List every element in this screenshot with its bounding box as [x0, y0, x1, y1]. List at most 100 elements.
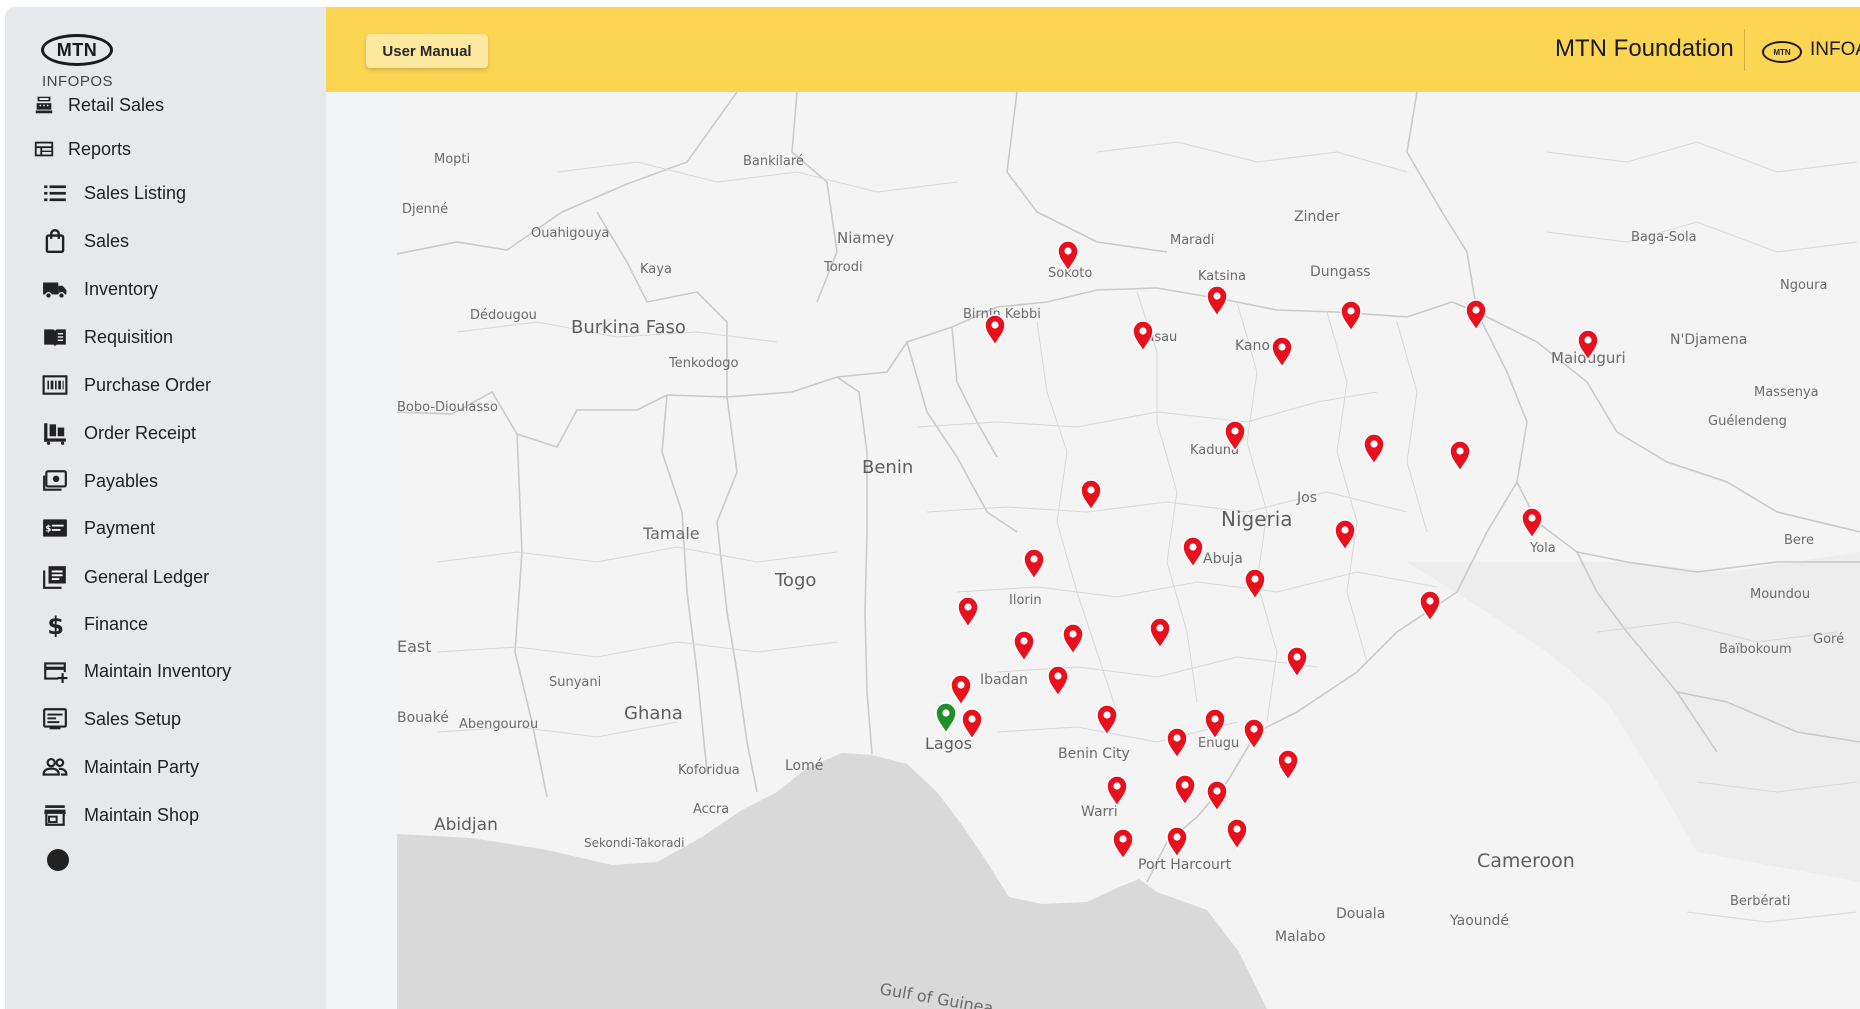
map-marker[interactable] [1271, 336, 1293, 369]
map-marker[interactable] [957, 596, 979, 629]
map-marker[interactable] [1132, 320, 1154, 353]
map-markers [935, 240, 1599, 861]
map-marker[interactable] [1419, 590, 1441, 623]
map-marker[interactable] [1286, 646, 1308, 679]
map-marker[interactable] [1047, 665, 1069, 698]
sidebar-item-general-ledger[interactable]: General Ledger [41, 557, 209, 597]
label-warri: Warri [1081, 804, 1118, 820]
map-marker[interactable] [1226, 818, 1248, 851]
map-marker[interactable] [1080, 479, 1102, 512]
sidebar-item-retail-sales[interactable]: Retail Sales [33, 85, 164, 125]
report-table-icon [33, 135, 55, 163]
label-kaya: Kaya [640, 262, 672, 277]
list-icon [41, 179, 69, 207]
header-divider [1744, 29, 1745, 71]
header-app-name[interactable]: INFOA [1810, 39, 1860, 61]
open-book-icon [41, 323, 69, 351]
map-marker[interactable] [1277, 749, 1299, 782]
barcode-icon [41, 371, 69, 399]
sidebar-item-maintain-shop[interactable]: Maintain Shop [41, 795, 199, 835]
label-lagos: Lagos [925, 734, 972, 753]
map-marker[interactable] [950, 674, 972, 707]
sidebar-item-sales[interactable]: Sales [41, 221, 129, 261]
label-douala: Douala [1336, 906, 1385, 922]
map-marker[interactable] [1243, 718, 1265, 751]
sidebar: MTN INFOPOS Retail Sales Reports Sales L… [5, 7, 326, 1009]
sidebar-item-finance[interactable]: $ Finance [41, 604, 148, 644]
map-marker[interactable] [1174, 774, 1196, 807]
label-yaounde: Yaoundé [1449, 913, 1509, 929]
payables-icon [41, 467, 69, 495]
label-sunyani: Sunyani [549, 675, 601, 690]
label-kano: Kano [1235, 338, 1270, 354]
store-icon [41, 801, 69, 829]
map-marker[interactable] [1106, 775, 1128, 808]
map-marker[interactable] [1206, 285, 1228, 318]
label-lome: Lomé [785, 758, 823, 774]
map-marker[interactable] [1340, 300, 1362, 333]
sidebar-item-label: Sales Listing [84, 182, 187, 203]
map-view[interactable]: Mopti Djenné Bankilaré Ouahigouya Kaya N… [397, 92, 1860, 1009]
map-marker[interactable] [1363, 433, 1385, 466]
map-marker[interactable] [1013, 630, 1035, 663]
label-ngoura: Ngoura [1780, 278, 1827, 293]
label-maradi: Maradi [1170, 233, 1214, 248]
sidebar-item-purchase-order[interactable]: Purchase Order [41, 365, 211, 405]
sidebar-item-maintain-party[interactable]: Maintain Party [41, 747, 199, 787]
sidebar-item-label: Payment [84, 517, 156, 538]
label-tenkodogo: Tenkodogo [668, 356, 738, 371]
country-borders [397, 92, 1860, 883]
organization-title: MTN Foundation [1555, 35, 1734, 62]
shopping-bag-icon [41, 227, 69, 255]
map-canvas: Mopti Djenné Bankilaré Ouahigouya Kaya N… [397, 92, 1860, 1009]
label-east: East [397, 637, 432, 656]
map-marker[interactable] [1166, 826, 1188, 859]
label-jos: Jos [1296, 490, 1317, 506]
map-marker[interactable] [1204, 708, 1226, 741]
map-marker[interactable] [1096, 704, 1118, 737]
sidebar-item-payment[interactable]: $ Payment [41, 508, 155, 548]
sidebar-item-sales-setup[interactable]: Sales Setup [41, 699, 181, 739]
sidebar-item-sales-listing[interactable]: Sales Listing [41, 173, 186, 213]
truck-icon [41, 275, 69, 303]
label-mopti: Mopti [434, 152, 470, 167]
people-icon [41, 753, 69, 781]
ledger-icon [41, 563, 69, 591]
header-mtn-logo: MTN [1762, 41, 1802, 63]
label-ghana: Ghana [624, 703, 683, 724]
label-koforidua: Koforidua [678, 763, 740, 778]
label-benin-city: Benin City [1058, 746, 1130, 762]
map-marker[interactable] [984, 314, 1006, 347]
map-marker[interactable] [1166, 727, 1188, 760]
sidebar-item-label: Reports [68, 138, 132, 159]
dollar-icon: $ [41, 610, 69, 638]
sidebar-item-maintain-inventory[interactable]: Maintain Inventory [41, 651, 231, 691]
map-marker[interactable] [1206, 780, 1228, 813]
label-benin: Benin [862, 457, 913, 478]
map-marker-green[interactable] [935, 702, 957, 735]
label-ouahigouya: Ouahigouya [531, 226, 609, 241]
map-marker[interactable] [1521, 507, 1543, 540]
sidebar-item-label: Maintain Inventory [84, 660, 232, 681]
map-marker[interactable] [1334, 519, 1356, 552]
label-togo: Togo [774, 570, 816, 591]
map-marker[interactable] [1112, 828, 1134, 861]
map-marker[interactable] [1149, 617, 1171, 650]
sidebar-item-label: Inventory [84, 278, 159, 299]
content-gutter [326, 92, 397, 1009]
sidebar-item-label: Maintain Party [84, 756, 200, 777]
label-moundou: Moundou [1750, 587, 1810, 602]
sidebar-item-payables[interactable]: Payables [41, 461, 158, 501]
sidebar-item-inventory[interactable]: Inventory [41, 269, 158, 309]
user-manual-button[interactable]: User Manual [366, 34, 488, 68]
map-marker[interactable] [1062, 623, 1084, 656]
sidebar-item-requisition[interactable]: Requisition [41, 317, 173, 357]
map-marker[interactable] [1023, 548, 1045, 581]
map-marker[interactable] [1449, 440, 1471, 473]
sidebar-item-order-receipt[interactable]: Order Receipt [41, 413, 196, 453]
map-marker[interactable] [1182, 536, 1204, 569]
sidebar-item-reports[interactable]: Reports [33, 129, 131, 169]
label-zinder: Zinder [1294, 209, 1340, 225]
label-baga-sola: Baga-Sola [1631, 230, 1697, 245]
map-marker[interactable] [1244, 568, 1266, 601]
